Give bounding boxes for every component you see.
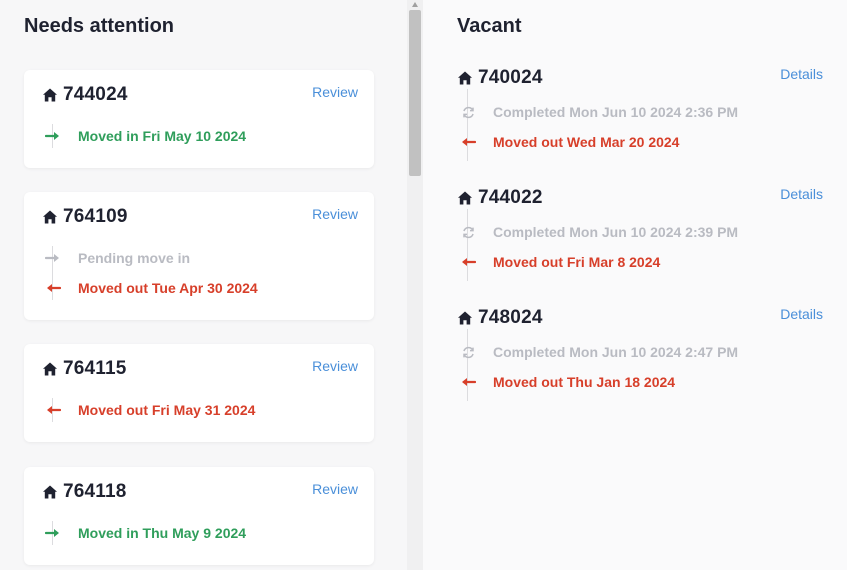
unit-header: 740024: [457, 67, 543, 89]
needs-attention-title: Needs attention: [24, 15, 175, 37]
event-text: Moved in Thu May 9 2024: [78, 525, 247, 541]
event-text: Moved out Thu Jan 18 2024: [493, 374, 676, 390]
house-icon: [42, 361, 58, 377]
house-icon: [457, 70, 473, 86]
timeline-event: Pending move in: [44, 243, 258, 273]
vacant-unit: 744022 Details Completed Mon Jun 10 2024 2…: [423, 186, 847, 307]
details-link[interactable]: Details: [780, 306, 823, 322]
house-icon: [42, 87, 58, 103]
event-text: Completed Mon Jun 10 2024 2:36 PM: [493, 104, 739, 120]
house-icon: [457, 310, 473, 326]
vacant-panel: Vacant 740024 Details Completed Mon Jun 10…: [423, 0, 847, 570]
event-text: Moved out Fri May 31 2024: [78, 402, 256, 418]
arrow-left-icon: [459, 255, 477, 269]
unit-header: 744022: [457, 187, 543, 209]
scrollbar[interactable]: [407, 0, 423, 570]
event-text: Moved out Fri Mar 8 2024: [493, 254, 661, 270]
timeline-event: Completed Mon Jun 10 2024 2:39 PM: [459, 217, 738, 247]
review-link[interactable]: Review: [312, 358, 358, 374]
needs-attention-panel: Needs attention 744024 Review Moved in Fri…: [0, 0, 407, 570]
arrow-left-icon: [44, 281, 62, 295]
unit-card: 744024 Review Moved in Fri May 10 2024: [24, 70, 374, 168]
arrow-right-icon: [44, 129, 62, 143]
unit-number: 744022: [478, 187, 543, 208]
unit-header: 764118: [42, 481, 127, 503]
refresh-icon: [459, 225, 477, 239]
unit-header: 744024: [42, 84, 128, 106]
timeline: Completed Mon Jun 10 2024 2:47 PM Moved o…: [459, 329, 738, 401]
details-link[interactable]: Details: [780, 186, 823, 202]
arrow-left-icon: [459, 375, 477, 389]
timeline-event: Completed Mon Jun 10 2024 2:36 PM: [459, 97, 738, 127]
timeline-event: Moved in Fri May 10 2024: [44, 121, 246, 151]
timeline: Completed Mon Jun 10 2024 2:39 PM Moved o…: [459, 209, 738, 281]
vacant-unit: 740024 Details Completed Mon Jun 10 2024 2…: [423, 66, 847, 187]
timeline-event: Moved out Thu Jan 18 2024: [459, 367, 738, 397]
house-icon: [42, 209, 58, 225]
arrow-left-icon: [459, 135, 477, 149]
vacant-title: Vacant: [457, 15, 522, 37]
event-text: Completed Mon Jun 10 2024 2:47 PM: [493, 344, 739, 360]
timeline-event: Moved in Thu May 9 2024: [44, 518, 246, 548]
unit-number: 744024: [63, 84, 128, 105]
event-text: Moved in Fri May 10 2024: [78, 128, 247, 144]
unit-number: 748024: [478, 307, 543, 328]
timeline-event: Moved out Fri May 31 2024: [44, 395, 255, 425]
event-text: Moved out Wed Mar 20 2024: [493, 134, 680, 150]
arrow-left-icon: [44, 403, 62, 417]
review-link[interactable]: Review: [312, 481, 358, 497]
refresh-icon: [459, 105, 477, 119]
arrow-right-icon: [44, 251, 62, 265]
vacant-unit: 748024 Details Completed Mon Jun 10 2024 2…: [423, 306, 847, 427]
unit-number: 764115: [63, 358, 127, 379]
event-text: Completed Mon Jun 10 2024 2:39 PM: [493, 224, 739, 240]
review-link[interactable]: Review: [312, 84, 358, 100]
details-link[interactable]: Details: [780, 66, 823, 82]
timeline: Moved out Fri May 31 2024: [44, 395, 255, 425]
timeline-event: Moved out Fri Mar 8 2024: [459, 247, 738, 277]
arrow-right-icon: [44, 526, 62, 540]
scrollbar-thumb[interactable]: [409, 10, 421, 176]
house-icon: [457, 190, 473, 206]
review-link[interactable]: Review: [312, 206, 358, 222]
unit-card: 764115 Review Moved out Fri May 31 2024: [24, 344, 374, 442]
unit-number: 764109: [63, 206, 128, 227]
unit-header: 764115: [42, 358, 127, 380]
unit-header: 764109: [42, 206, 128, 228]
unit-header: 748024: [457, 307, 543, 329]
timeline: Completed Mon Jun 10 2024 2:36 PM Moved o…: [459, 89, 738, 161]
house-icon: [42, 484, 58, 500]
refresh-icon: [459, 345, 477, 359]
timeline-event: Moved out Wed Mar 20 2024: [459, 127, 738, 157]
scroll-up-arrow-icon[interactable]: [412, 2, 418, 7]
unit-card: 764118 Review Moved in Thu May 9 2024: [24, 467, 374, 565]
unit-number: 764118: [63, 481, 127, 502]
timeline: Moved in Fri May 10 2024: [44, 121, 246, 151]
event-text: Pending move in: [78, 250, 191, 266]
event-text: Moved out Tue Apr 30 2024: [78, 280, 258, 296]
timeline-event: Completed Mon Jun 10 2024 2:47 PM: [459, 337, 738, 367]
timeline-event: Moved out Tue Apr 30 2024: [44, 273, 258, 303]
timeline: Pending move in Moved out Tue Apr 30 2024: [44, 243, 258, 303]
unit-card: 764109 Review Pending move in Moved out Tue…: [24, 192, 374, 320]
timeline: Moved in Thu May 9 2024: [44, 518, 246, 548]
unit-number: 740024: [478, 67, 543, 88]
